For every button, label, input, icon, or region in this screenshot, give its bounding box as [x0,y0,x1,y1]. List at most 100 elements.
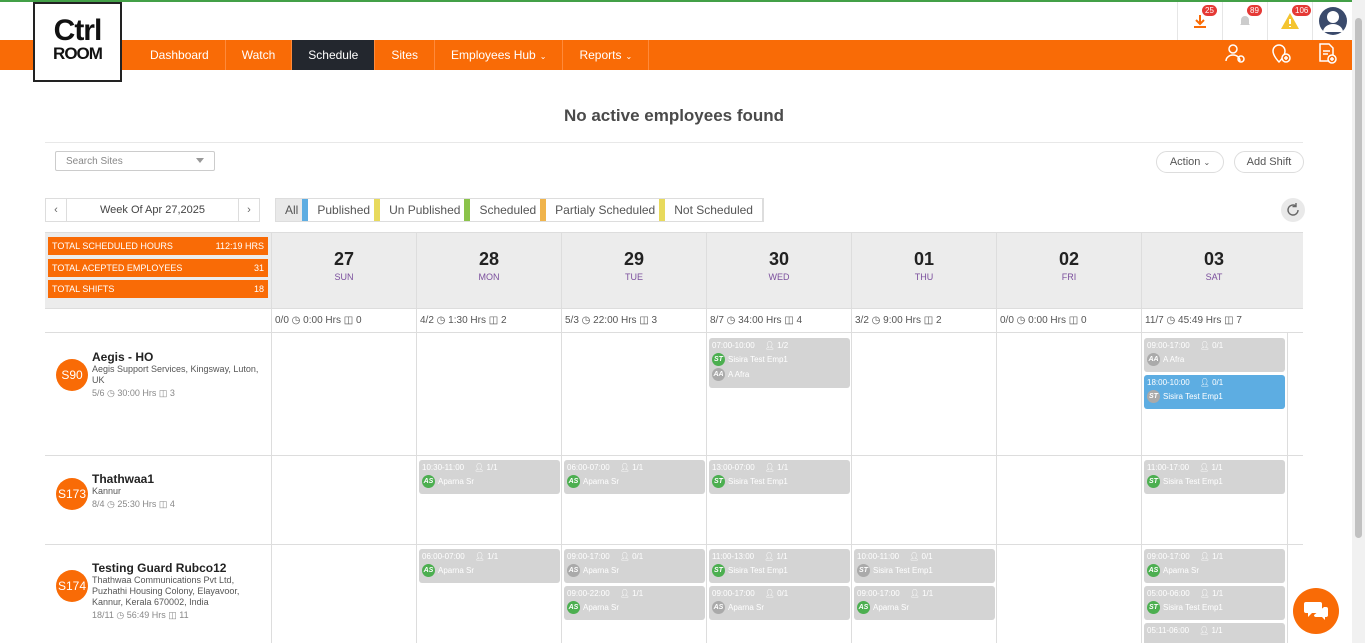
person-icon: 👤︎ [1199,463,1212,472]
download-button[interactable]: 25 [1177,2,1222,40]
shift-count-value: 1/1 [922,589,934,598]
column-divider [706,333,707,643]
employee-name: Sisira Test Emp1 [873,566,933,575]
nav-item-dashboard[interactable]: Dashboard [134,40,226,70]
shift-card[interactable]: 10:00-11:00 👤︎ 0/1 ST Sisira Test Emp1 [854,549,995,583]
person-icon: 👤︎ [619,552,633,561]
shift-card[interactable]: 09:00-17:00 👤︎ 0/1 AA A Afra [1144,338,1285,372]
search-sites-select[interactable]: Search Sites [55,151,215,171]
shift-card[interactable]: 05:00-06:00 👤︎ 1/1 ST Sisira Test Emp1 [1144,586,1285,620]
filter-scheduled[interactable]: Scheduled [470,199,547,221]
employee-name: Aparna Sr [583,477,620,486]
day-header-sun: 27 SUN [271,233,416,309]
site-row-s174[interactable]: S174 Testing Guard Rubco12 Thathwaa Commun… [45,544,271,643]
shift-card[interactable]: 09:00-17:00 👤︎ 1/1 AS Aparna Sr [854,586,995,620]
shift-employee: AS Aparna Sr [567,474,702,489]
shift-card[interactable]: 09:00-17:00 👤︎ 0/1 AS Aparna Sr [709,586,850,620]
employee-initials: AS [567,475,580,488]
shift-employee: AS Aparna Sr [1147,563,1282,578]
week-navigator: ‹ Week Of Apr 27,2025 › [45,198,260,222]
person-icon: 👤︎ [764,341,778,350]
person-icon: 👤︎ [1199,378,1213,387]
chat-button[interactable] [1293,588,1339,634]
shift-card[interactable]: 10:30-11:00 👤︎ 1/1 AS Aparna Sr [419,460,560,494]
employee-initials: ST [857,564,870,577]
prev-week-button[interactable]: ‹ [46,199,66,221]
shift-time: 07:00-10:00 [712,341,755,350]
shift-time: 09:00-17:00 [712,589,755,598]
search-placeholder: Search Sites [66,156,123,167]
shift-time: 09:00-17:00 [1147,341,1190,350]
action-button[interactable]: Action ⌄ [1156,151,1224,173]
shift-time-row: 09:00-17:00 👤︎ 0/1 [712,588,847,599]
employee-name: Aparna Sr [583,603,620,612]
shift-time: 10:30-11:00 [422,463,465,472]
day-header-mon: 28 MON [416,233,561,309]
add-shift-button[interactable]: Add Shift [1234,151,1304,173]
shift-card[interactable]: 09:00-17:00 👤︎ 0/1 AS Aparna Sr [564,549,705,583]
total-label: TOTAL SCHEDULED HOURS [52,241,173,251]
shift-card[interactable]: 06:00-07:00 👤︎ 1/1 AS Aparna Sr [564,460,705,494]
filter-partialy-scheduled[interactable]: Partialy Scheduled [546,199,666,221]
action-label: Action [1169,156,1201,168]
employee-initials: AS [422,564,435,577]
shift-time-row: 09:00-17:00 👤︎ 1/1 [857,588,992,599]
person-icon: 👤︎ [764,552,777,561]
filter-un-published[interactable]: Un Published [380,199,471,221]
alerts-button[interactable]: 106 [1267,2,1312,40]
filter-all[interactable]: All [276,199,309,221]
page-scrollbar[interactable] [1352,0,1365,643]
site-address: Aegis Support Services, Kingsway, Luton,… [92,364,259,385]
scrollbar-thumb[interactable] [1355,18,1362,538]
shift-card[interactable]: 07:00-10:00 👤︎ 1/2 ST Sisira Test Emp1 AA A A… [709,338,850,388]
shift-count: 👤︎ 0/1 [909,551,933,562]
notifications-button[interactable]: 89 [1222,2,1267,40]
nav-item-employees-hub[interactable]: Employees Hub ⌄ [435,40,564,70]
shift-card[interactable]: 05:11-06:00 👤︎ 1/1 [1144,623,1285,643]
logo-line-2: ROOM [53,44,103,63]
person-icon: 👤︎ [619,589,633,598]
week-label: Week Of Apr 27,2025 [66,199,239,221]
refresh-button[interactable] [1281,198,1305,222]
shift-card[interactable]: 06:00-07:00 👤︎ 1/1 AS Aparna Sr [419,549,560,583]
nav-item-schedule[interactable]: Schedule [292,40,376,70]
filter-published[interactable]: Published [308,199,381,221]
user-avatar[interactable] [1312,2,1352,40]
shift-card[interactable]: 09:00-22:00 👤︎ 1/1 AS Aparna Sr [564,586,705,620]
shift-card[interactable]: 11:00-13:00 👤︎ 1/1 ST Sisira Test Emp1 [709,549,850,583]
shift-card[interactable]: 13:00-07:00 👤︎ 1/1 ST Sisira Test Emp1 [709,460,850,494]
add-report-icon[interactable] [1316,42,1338,64]
shift-employee: ST Sisira Test Emp1 [1147,389,1282,404]
nav-item-reports[interactable]: Reports ⌄ [563,40,650,70]
add-location-icon[interactable] [1270,42,1292,64]
shift-employee: ST Sisira Test Emp1 [712,563,847,578]
shift-card[interactable]: 11:00-17:00 👤︎ 1/1 ST Sisira Test Emp1 [1144,460,1285,494]
filter-not-scheduled[interactable]: Not Scheduled [665,199,763,221]
ctrlroom-logo[interactable]: Ctrl ROOM [33,2,122,82]
site-code-badge: S173 [56,478,88,510]
shift-card[interactable]: 18:00-10:00 👤︎ 0/1 ST Sisira Test Emp1 [1144,375,1285,409]
shift-card[interactable]: 09:00-17:00 👤︎ 1/1 AS Aparna Sr [1144,549,1285,583]
employee-initials: ST [1147,390,1160,403]
shift-count-value: 1/1 [486,463,498,472]
site-row-s173[interactable]: S173 Thathwaa1 Kannur 8/4 ◷ 25:30 Hrs ◫ 4 [45,455,271,544]
shift-count-value: 1/1 [632,589,644,598]
next-week-button[interactable]: › [239,199,259,221]
shift-time: 13:00-07:00 [712,463,755,472]
shift-employee: AS Aparna Sr [567,563,702,578]
shift-count: 👤︎ 0/1 [1200,340,1224,351]
shift-count-value: 0/1 [777,589,789,598]
shift-time-row: 18:00-10:00 👤︎ 0/1 [1147,377,1282,388]
shift-count: 👤︎ 1/1 [765,462,789,473]
person-icon: 👤︎ [1199,626,1212,635]
nav-item-watch[interactable]: Watch [226,40,293,70]
add-user-icon[interactable] [1224,42,1246,64]
site-row-s90[interactable]: S90 Aegis - HO Aegis Support Services, Kin… [45,333,271,455]
nav-item-sites[interactable]: Sites [375,40,436,70]
shift-time-row: 06:00-07:00 👤︎ 1/1 [422,551,557,562]
employee-initials: AS [712,601,725,614]
employee-initials: AA [712,368,725,381]
nav-actions [1224,42,1338,64]
shift-employee: AS Aparna Sr [712,600,847,615]
nav-item-label: Sites [391,48,419,62]
